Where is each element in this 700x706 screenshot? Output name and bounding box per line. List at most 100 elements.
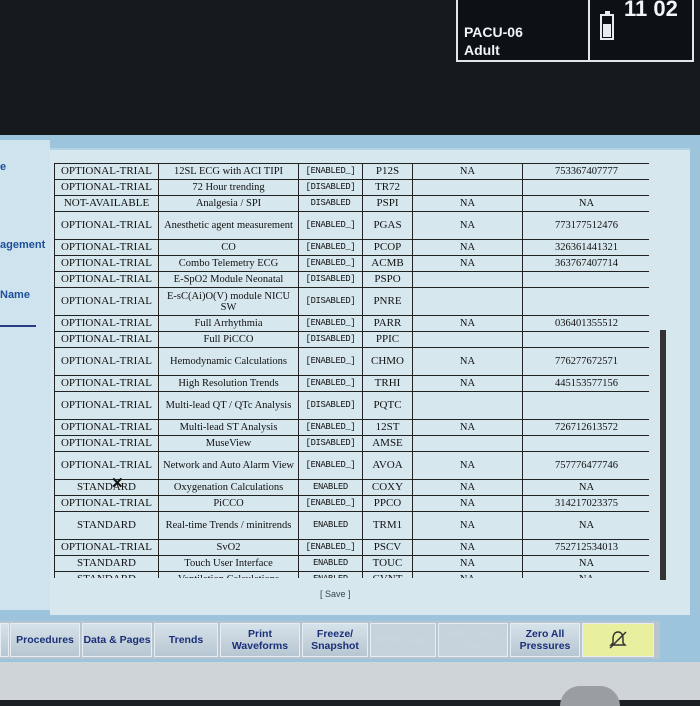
row-option-name: Full PiCCO [158,331,299,348]
table-row[interactable]: NOT-AVAILABLE Analgesia / SPI DISABLED PSPI… [54,195,649,212]
table-row[interactable]: OPTIONAL-TRIAL CO [ENABLED_] PCOP NA 32636144… [54,239,649,256]
table-row[interactable]: OPTIONAL-TRIAL 12SL ECG with ACI TIPI [ENA… [54,163,649,180]
left-divider [0,325,36,327]
patient-type: Adult [464,42,500,58]
table-row[interactable]: OPTIONAL-TRIAL PiCCO [ENABLED_] PPCO NA 31421… [54,495,649,512]
row-option-name: Anesthetic agent measurement [158,211,299,240]
row-state: [DISABLED] [298,271,363,288]
row-serial: NA [522,571,649,578]
row-status: OPTIONAL-TRIAL [54,451,159,480]
row-code: PQTC [362,391,413,420]
row-code: PNRE [362,287,413,316]
row-na: NA [412,479,523,496]
scrollbar[interactable] [660,330,666,580]
row-na [412,271,523,288]
row-code: ACMB [362,255,413,272]
zero-all-pressures-button[interactable]: Zero All Pressures [510,623,580,657]
table-row[interactable]: OPTIONAL-TRIAL 72 Hour trending [DISABLED]… [54,179,649,196]
table-row[interactable]: OPTIONAL-TRIAL E-sC(Ai)O(V) module NICU S… [54,287,649,316]
row-status: STANDARD [54,555,159,572]
row-state: ENABLED [298,511,363,540]
battery-icon [600,11,614,40]
procedures-button[interactable]: Procedures [10,623,80,657]
row-serial [522,271,649,288]
row-code: PPCO [362,495,413,512]
row-state: [ENABLED_] [298,163,363,180]
patient-status-box: PACU-06 Adult 11 02 [456,0,694,62]
row-na: NA [412,451,523,480]
row-serial: 773177512476 [522,211,649,240]
left-menu-item-management[interactable]: agement [0,239,45,251]
row-serial: NA [522,479,649,496]
row-status: OPTIONAL-TRIAL [54,239,159,256]
table-row[interactable]: OPTIONAL-TRIAL Anesthetic agent measureme… [54,211,649,240]
row-option-name: Analgesia / SPI [158,195,299,212]
row-option-name: Multi-lead QT / QTc Analysis [158,391,299,420]
row-code: TOUC [362,555,413,572]
row-state: [DISABLED] [298,435,363,452]
row-serial: 757776477746 [522,451,649,480]
row-code: PCOP [362,239,413,256]
row-status: OPTIONAL-TRIAL [54,163,159,180]
row-status: STANDARD [54,479,159,496]
table-row[interactable]: OPTIONAL-TRIAL MuseView [DISABLED] AMSE [54,435,649,452]
table-row[interactable]: OPTIONAL-TRIAL Network and Auto Alarm Vie… [54,451,649,480]
table-row[interactable]: OPTIONAL-TRIAL Combo Telemetry ECG [ENABLE… [54,255,649,272]
row-code: TRHI [362,375,413,392]
row-status: OPTIONAL-TRIAL [54,391,159,420]
status-divider [588,0,590,60]
table-row[interactable]: OPTIONAL-TRIAL Hemodynamic Calculations [E… [54,347,649,376]
row-state: [DISABLED] [298,287,363,316]
left-menu-item[interactable]: e [0,161,6,173]
trends-button[interactable]: Trends [154,623,218,657]
table-row[interactable]: OPTIONAL-TRIAL E-SpO2 Module Neonatal [DIS… [54,271,649,288]
row-serial: 445153577156 [522,375,649,392]
save-button[interactable]: [ Save ] [320,589,351,599]
row-na: NA [412,163,523,180]
freeze-snapshot-button[interactable]: Freeze/ Snapshot [302,623,368,657]
row-option-name: Touch User Interface [158,555,299,572]
row-status: OPTIONAL-TRIAL [54,495,159,512]
table-row[interactable]: STANDARD Oxygenation Calculations ENABLED C… [54,479,649,496]
table-row[interactable]: STANDARD Touch User Interface ENABLED TOUC N… [54,555,649,572]
row-serial: 776277672571 [522,347,649,376]
row-option-name: Oxygenation Calculations [158,479,299,496]
control-knob[interactable] [560,686,620,706]
row-option-name: SvO2 [158,539,299,556]
row-na: NA [412,375,523,392]
row-serial: 326361441321 [522,239,649,256]
table-row[interactable]: OPTIONAL-TRIAL Multi-lead QT / QTc Analys… [54,391,649,420]
row-status: OPTIONAL-TRIAL [54,347,159,376]
table-row[interactable]: STANDARD Real-time Trends / minitrends ENA… [54,511,649,540]
row-code: AMSE [362,435,413,452]
patient-id: PACU-06 [464,24,523,40]
data-pages-button[interactable]: Data & Pages [82,623,152,657]
nibp-start-button[interactable]: NIBP Start [370,623,436,657]
row-na: NA [412,239,523,256]
nibp-auto-start-button[interactable]: NIBP Auto Start [438,623,508,657]
row-code: P12S [362,163,413,180]
row-code: CVNT [362,571,413,578]
row-serial [522,435,649,452]
row-state: [ENABLED_] [298,539,363,556]
row-option-name: 72 Hour trending [158,179,299,196]
left-menu-item-name[interactable]: Name [0,289,30,301]
row-serial: 036401355512 [522,315,649,332]
table-row[interactable]: STANDARDVentilation CalculationsENABLEDC… [54,571,649,578]
table-row[interactable]: OPTIONAL-TRIAL Multi-lead ST Analysis [ENA… [54,419,649,436]
row-option-name: PiCCO [158,495,299,512]
row-option-name: Real-time Trends / minitrends [158,511,299,540]
row-state: [ENABLED_] [298,419,363,436]
clock: 11 02 [624,0,678,21]
print-waveforms-button[interactable]: Print Waveforms [220,623,300,657]
row-status: OPTIONAL-TRIAL [54,255,159,272]
row-na: NA [412,495,523,512]
row-code: TRM1 [362,511,413,540]
table-row[interactable]: OPTIONAL-TRIAL Full Arrhythmia [ENABLED_] P… [54,315,649,332]
table-row[interactable]: OPTIONAL-TRIAL Full PiCCO [DISABLED] PPIC [54,331,649,348]
row-na: NA [412,195,523,212]
alarm-silence-button[interactable] [582,623,654,657]
cursor-x-icon: ✕ [111,475,124,492]
table-row[interactable]: OPTIONAL-TRIAL SvO2 [ENABLED_] PSCV NA 752712… [54,539,649,556]
table-row[interactable]: OPTIONAL-TRIAL High Resolution Trends [ENA… [54,375,649,392]
